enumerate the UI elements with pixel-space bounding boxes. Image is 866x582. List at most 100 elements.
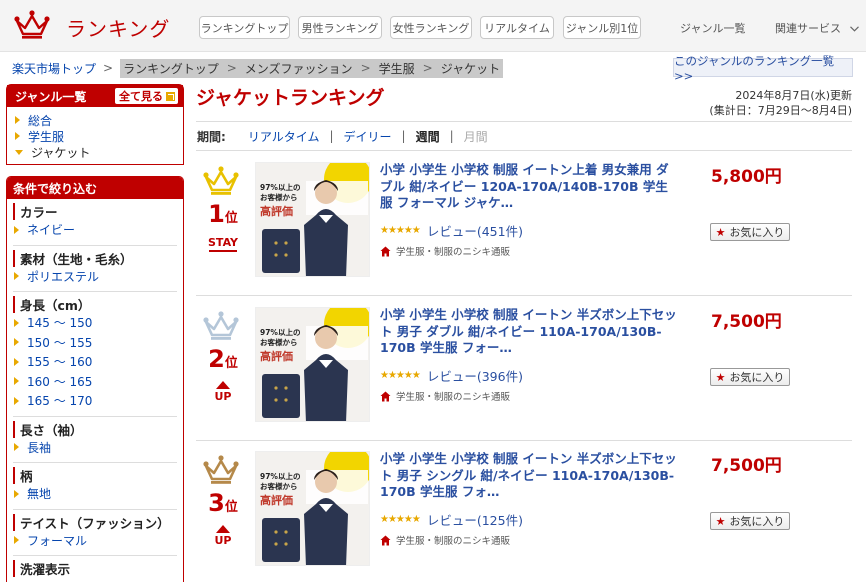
- filter-group-title: 洗濯表示: [13, 560, 177, 577]
- thumb-badge: 高評価: [260, 350, 293, 363]
- breadcrumb-highlight: ランキングトップ > メンズファッション > 学生服 > ジャケット: [120, 58, 504, 78]
- breadcrumb-separator: >: [360, 61, 371, 75]
- bullet-arrow-icon: [14, 225, 19, 234]
- filter-option[interactable]: 長袖: [13, 438, 177, 458]
- shop-name: 学生服・制服のニシキ通販: [396, 392, 511, 403]
- breadcrumb-separator: >: [226, 61, 237, 75]
- up-arrow-icon: [216, 525, 230, 533]
- ranking-logo-text[interactable]: ランキング: [66, 13, 170, 42]
- genre-box-header: ジャンル一覧 全て見る: [7, 85, 183, 107]
- crown-logo-icon[interactable]: [14, 10, 50, 40]
- filter-option[interactable]: ポリエステル: [13, 267, 177, 287]
- ranking-item: 1位 STAY 97%以上の お客様から 高評価 小学 小学生 小学校 制服 イートン上着…: [196, 152, 852, 296]
- favorite-button[interactable]: ★ お気に入り: [710, 223, 790, 241]
- product-image[interactable]: 97%以上の お客様から 高評価: [255, 451, 370, 566]
- filter-group-title: 長さ（袖）: [13, 420, 177, 438]
- period-realtime[interactable]: リアルタイム: [248, 128, 320, 145]
- chevron-down-icon: [849, 26, 859, 32]
- filter-option[interactable]: 145 ～ 150: [13, 313, 177, 333]
- tab-male-ranking[interactable]: 男性ランキング: [298, 16, 382, 39]
- tab-ranking-top[interactable]: ランキングトップ: [199, 16, 290, 39]
- filter-group: 素材（生地・毛糸） ポリエステル: [13, 246, 177, 292]
- bullet-arrow-icon: [14, 536, 19, 545]
- ranking-item: 2位 UP 97%以上の お客様から 高評価 小学 小学生 小学校 制服 イートン 半ズボ…: [196, 297, 852, 441]
- breadcrumb-rakuten-top[interactable]: 楽天市場トップ: [12, 60, 96, 77]
- tab-realtime[interactable]: リアルタイム: [480, 16, 554, 39]
- breadcrumb: 楽天市場トップ > ランキングトップ > メンズファッション > 学生服 > ジ…: [12, 58, 504, 78]
- genre-item-label: 総合: [28, 113, 53, 128]
- breadcrumb-ranking-top[interactable]: ランキングトップ: [123, 60, 219, 77]
- filter-option[interactable]: フォーマル: [13, 531, 177, 551]
- page-title: ジャケットランキング: [196, 87, 385, 109]
- shop-link[interactable]: 学生服・制服のニシキ通販: [380, 244, 510, 258]
- rank-number: 2位: [206, 345, 240, 373]
- review-link[interactable]: レビュー(451件): [427, 221, 523, 240]
- rank-number: 1位: [206, 200, 240, 228]
- bullet-arrow-down-icon: [15, 149, 23, 155]
- filter-option[interactable]: ネイビー: [13, 220, 177, 240]
- bullet-arrow-icon: [14, 357, 19, 366]
- thumb-customers: お客様から: [260, 482, 298, 491]
- related-services-menu[interactable]: 関連サービス: [775, 20, 859, 36]
- thumb-badge: 高評価: [260, 205, 293, 218]
- thumb-percent: 97%以上の: [260, 328, 301, 337]
- breadcrumb-mens-fashion[interactable]: メンズファッション: [245, 60, 353, 77]
- ranking-item: 3位 UP 97%以上の お客様から 高評価 小学 小学生 小学校 制服 イートン 半ズボ…: [196, 441, 852, 582]
- star-icon: ★: [715, 225, 726, 239]
- genre-item-school-uniform[interactable]: 学生服: [7, 128, 183, 144]
- tab-genre-first[interactable]: ジャンル別1位: [563, 16, 641, 39]
- filter-option[interactable]: 無地: [13, 484, 177, 504]
- crown-icon: [203, 311, 239, 340]
- filter-group: 洗濯表示: [13, 556, 177, 582]
- updated-date: 2024年8月7日(水)更新: [735, 89, 852, 102]
- period-daily[interactable]: デイリー: [344, 128, 392, 145]
- genre-ranking-list-link[interactable]: このジャンルのランキング一覧 >>: [673, 54, 853, 83]
- favorite-button[interactable]: ★ お気に入り: [710, 512, 790, 530]
- show-all-button[interactable]: 全て見る: [115, 88, 178, 104]
- favorite-label: お気に入り: [729, 515, 785, 528]
- favorite-label: お気に入り: [729, 371, 785, 384]
- shop-link[interactable]: 学生服・制服のニシキ通販: [380, 389, 510, 403]
- genre-item-jacket: ジャケット: [7, 144, 183, 160]
- filter-group: 身長（cm） 145 ～ 150 150 ～ 155 155 ～ 160 160 ～ 1…: [13, 292, 177, 417]
- review-link[interactable]: レビュー(396件): [427, 366, 523, 385]
- thumb-badge: 高評価: [260, 494, 293, 507]
- tab-female-ranking[interactable]: 女性ランキング: [390, 16, 472, 39]
- filter-group-title: カラー: [13, 203, 177, 220]
- filter-group-title: 素材（生地・毛糸）: [13, 249, 177, 267]
- review-link[interactable]: レビュー(125件): [427, 510, 523, 529]
- product-title-link[interactable]: 小学 小学生 小学校 制服 イートン 半ズボン上下セット 男子 シングル 紺/ネ…: [380, 451, 680, 501]
- expand-icon: [166, 91, 175, 101]
- filter-option-label: 145 ～ 150: [27, 316, 93, 331]
- product-image[interactable]: 97%以上の お客様から 高評価: [255, 307, 370, 422]
- rank-value: 1: [208, 200, 225, 228]
- filter-box: 条件で絞り込む カラー ネイビー 素材（生地・毛糸） ポリエステル 身長（cm） 145 …: [6, 176, 184, 582]
- breadcrumb-school-uniform[interactable]: 学生服: [379, 60, 415, 77]
- filter-option[interactable]: 165 ～ 170: [13, 391, 177, 411]
- product-title-link[interactable]: 小学 小学生 小学校 制服 イートン 半ズボン上下セット 男子 ダブル 紺/ネイ…: [380, 307, 680, 357]
- product-title-link[interactable]: 小学 小学生 小学校 制服 イートン上着 男女兼用 ダブル 紺/ネイビー 120…: [380, 162, 680, 212]
- filter-option-label: 155 ～ 160: [27, 355, 93, 370]
- favorite-button[interactable]: ★ お気に入り: [710, 368, 790, 386]
- product-photo-illustration: [256, 452, 369, 565]
- shop-home-icon: [380, 391, 391, 401]
- filter-option[interactable]: 160 ～ 165: [13, 372, 177, 392]
- rating: ★★★★★ レビュー(125件): [380, 510, 523, 529]
- genre-box: ジャンル一覧 全て見る 総合 学生服 ジャケット: [6, 84, 184, 165]
- site-header: ランキング ランキングトップ 男性ランキング 女性ランキング リアルタイム ジャ…: [0, 0, 866, 52]
- shop-home-icon: [380, 535, 391, 545]
- period-separator: |: [329, 129, 334, 143]
- filter-option[interactable]: 155 ～ 160: [13, 352, 177, 372]
- aggregation-period: (集計日：7月29日～8月4日): [709, 104, 852, 117]
- filter-option-label: ポリエステル: [27, 269, 100, 284]
- bullet-arrow-icon: [14, 377, 19, 386]
- product-image[interactable]: 97%以上の お客様から 高評価: [255, 162, 370, 277]
- bullet-arrow-icon: [14, 272, 19, 281]
- rank-number: 3位: [206, 489, 240, 517]
- thumb-caption: 97%以上の お客様から 高評価: [260, 183, 300, 217]
- breadcrumb-separator: >: [103, 61, 114, 75]
- genre-item-overall[interactable]: 総合: [7, 112, 183, 128]
- shop-link[interactable]: 学生服・制服のニシキ通販: [380, 533, 510, 547]
- filter-option[interactable]: 150 ～ 155: [13, 333, 177, 353]
- genre-list-link[interactable]: ジャンル一覧: [680, 20, 745, 36]
